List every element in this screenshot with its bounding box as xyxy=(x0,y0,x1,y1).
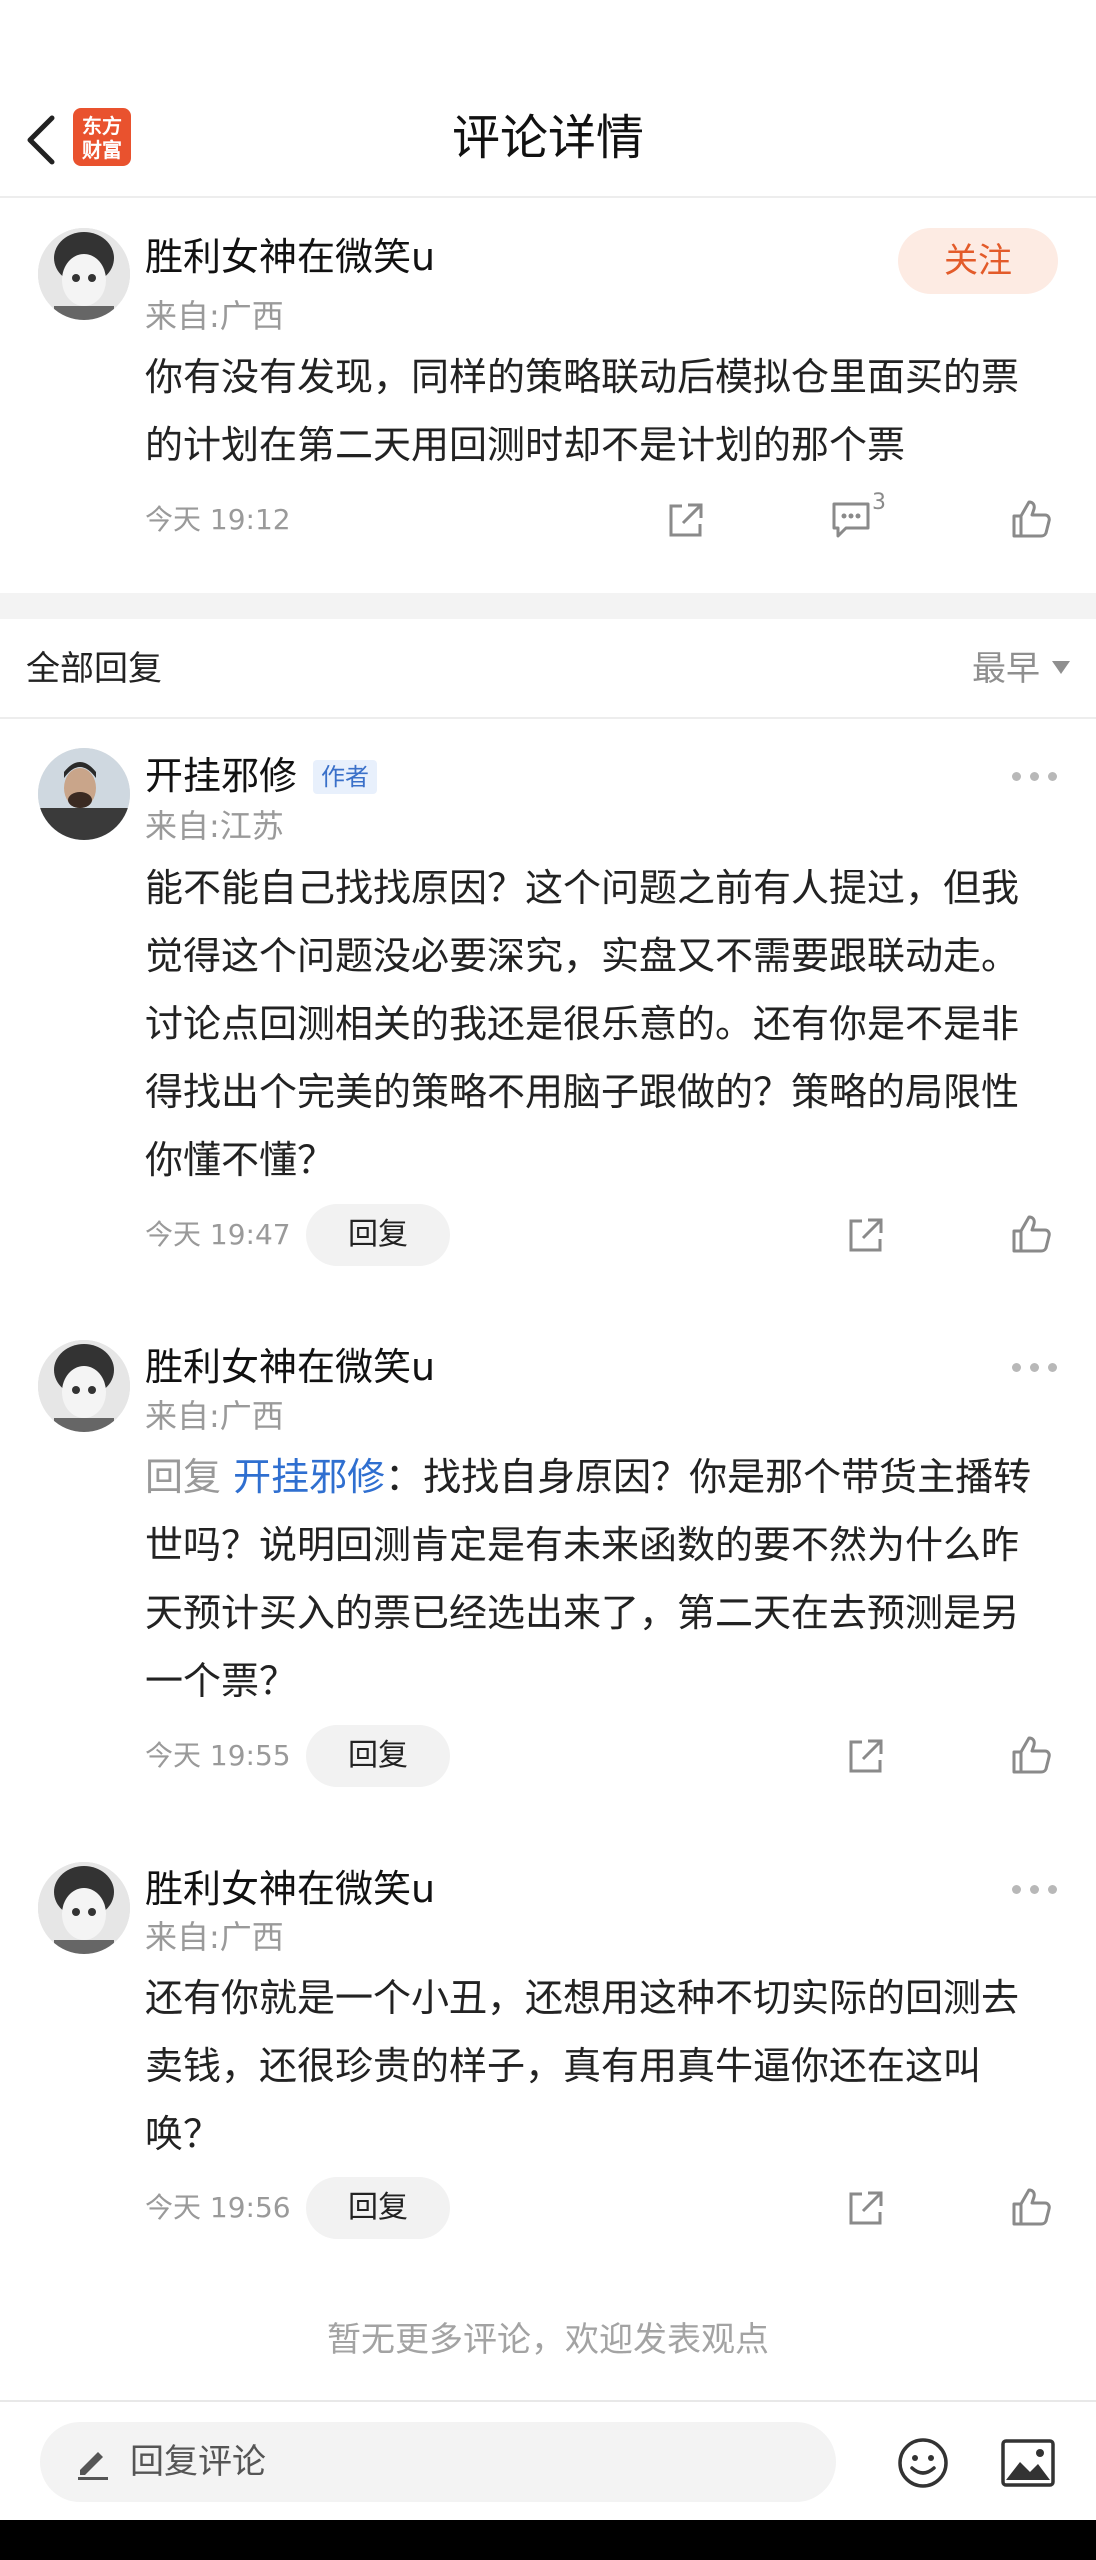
reply-button[interactable]: 回复 xyxy=(306,2177,450,2239)
comment-text: 你有没有发现，同样的策略联动后模拟仓里面买的票 的计划在第二天用回测时却不是计划… xyxy=(145,355,1020,467)
username[interactable]: 胜利女神在微笑u xyxy=(145,1864,435,1914)
like-icon[interactable] xyxy=(1010,1213,1052,1255)
nav-bar: 东方 财富 评论详情 xyxy=(0,80,1096,198)
timestamp: 今天 19:55 xyxy=(145,1739,291,1772)
reply-count: 3 xyxy=(872,490,886,515)
timestamp: 今天 19:47 xyxy=(145,1218,291,1251)
author-badge: 作者 xyxy=(313,760,377,794)
like-icon[interactable] xyxy=(1010,1734,1052,1776)
timestamp: 今天 19:56 xyxy=(145,2191,291,2224)
region-label: 来自:广西 xyxy=(145,1397,284,1435)
region-label: 来自:广西 xyxy=(145,1918,284,1956)
bottom-reply-bar: 回复评论 xyxy=(0,2400,1096,2520)
avatar[interactable] xyxy=(38,1862,130,1954)
share-icon[interactable] xyxy=(846,1736,886,1776)
section-title: 全部回复 xyxy=(26,649,162,689)
emoji-icon[interactable] xyxy=(896,2436,950,2490)
page-title: 评论详情 xyxy=(451,110,644,166)
reply-input[interactable]: 回复评论 xyxy=(40,2422,836,2502)
follow-button[interactable]: 关注 xyxy=(898,228,1058,294)
system-nav-bar xyxy=(0,2520,1096,2560)
share-icon[interactable] xyxy=(666,500,706,540)
reply-text: 还有你就是一个小丑，还想用这种不切实际的回测去 卖钱，还很珍贵的样子，真有用真牛… xyxy=(145,1976,1020,2156)
sort-selector[interactable]: 最早 xyxy=(972,647,1040,691)
reply-button[interactable]: 回复 xyxy=(306,1725,450,1787)
share-icon[interactable] xyxy=(846,1215,886,1255)
status-bar xyxy=(0,0,1096,80)
reply-button[interactable]: 回复 xyxy=(306,1204,450,1266)
reply-text: 回复 开挂邪修：找找自身原因？你是那个带货主播转 世吗？说明回测肯定是有未来函数… xyxy=(145,1455,1032,1703)
avatar[interactable] xyxy=(38,1340,130,1432)
reply-prefix: 回复 xyxy=(145,1455,234,1499)
avatar[interactable] xyxy=(38,228,130,320)
more-options-icon[interactable] xyxy=(1012,1882,1058,1896)
like-icon[interactable] xyxy=(1010,2186,1052,2228)
like-icon[interactable] xyxy=(1010,498,1052,540)
reply-target-link[interactable]: 开挂邪修 xyxy=(233,1455,385,1499)
comment-icon[interactable] xyxy=(830,500,874,540)
region-label: 来自:江苏 xyxy=(145,807,284,845)
more-options-icon[interactable] xyxy=(1012,769,1058,783)
region-label: 来自:广西 xyxy=(145,297,284,335)
caret-down-icon[interactable] xyxy=(1052,661,1070,674)
no-more-comments-note: 暂无更多评论，欢迎发表观点 xyxy=(327,2320,769,2360)
reply-text: 能不能自己找找原因？这个问题之前有人提过，但我 觉得这个问题没必要深究，实盘又不… xyxy=(145,866,1020,1182)
username[interactable]: 胜利女神在微笑u xyxy=(145,232,435,282)
username[interactable]: 胜利女神在微笑u xyxy=(145,1342,435,1392)
timestamp: 今天 19:12 xyxy=(145,503,291,536)
image-icon[interactable] xyxy=(1000,2438,1056,2488)
section-divider xyxy=(0,593,1096,619)
pencil-icon xyxy=(72,2442,112,2482)
more-options-icon[interactable] xyxy=(1012,1360,1058,1374)
username[interactable]: 开挂邪修 xyxy=(145,751,297,801)
avatar[interactable] xyxy=(38,748,130,840)
reply-input-placeholder: 回复评论 xyxy=(130,2442,266,2482)
share-icon[interactable] xyxy=(846,2188,886,2228)
replies-header: 全部回复 最早 xyxy=(0,619,1096,719)
